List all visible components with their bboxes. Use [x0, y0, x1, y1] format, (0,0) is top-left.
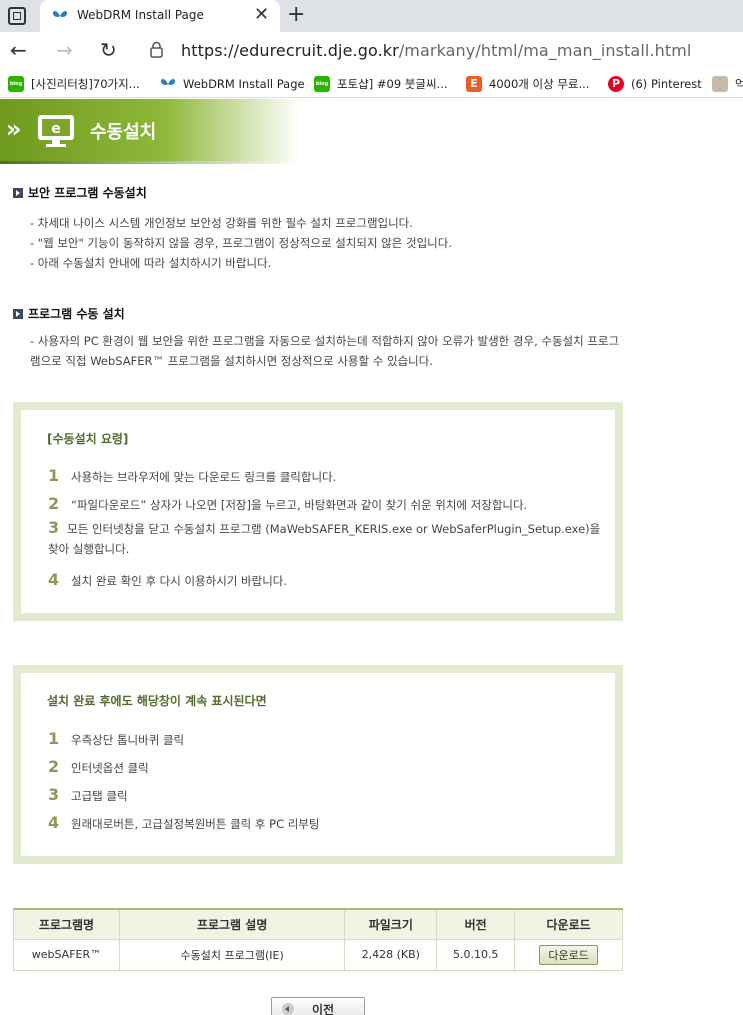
step-text: 인터넷옵션 클릭 — [71, 761, 149, 775]
naver-blog-icon: blog — [314, 76, 330, 92]
reload-icon[interactable]: ↻ — [100, 38, 117, 62]
step-text: 사용하는 브라우저에 맞는 다운로드 링크를 클릭합니다. — [71, 470, 337, 484]
section-title-text: 프로그램 수동 설치 — [28, 307, 125, 321]
double-chevron-icon: » — [6, 115, 21, 143]
file-size: 2,428 (KB) — [344, 938, 438, 971]
bookmark-label: 포토샵] #09 붓글씨... — [337, 77, 448, 91]
guide-step: 2 인터넷옵션 클릭 — [48, 757, 149, 776]
bookmark-item[interactable]: P (6) Pinterest — [608, 75, 702, 93]
arrow-bullet-icon — [13, 187, 23, 198]
tab-actions-icon[interactable] — [8, 7, 26, 25]
url-field[interactable]: https://edurecruit.dje.go.kr/markany/htm… — [181, 41, 691, 60]
program-name: webSAFER™ — [13, 938, 120, 971]
program-desc: 수동설치 프로그램(IE) — [118, 938, 346, 971]
col-header: 프로그램명 — [13, 909, 120, 940]
troubleshoot-box: 설치 완료 후에도 해당창이 계속 표시된다면 1 우측상단 톱니바퀴 클릭 2… — [13, 665, 623, 864]
bookmark-label: 억 — [735, 77, 743, 91]
step-number: 4 — [48, 813, 60, 832]
guide-step: 1 우측상단 톱니바퀴 클릭 — [48, 729, 184, 748]
box-heading: [수동설치 요령] — [47, 432, 129, 446]
url-host: https://edurecruit.dje.go.kr — [181, 41, 399, 60]
download-button[interactable]: 다운로드 — [539, 944, 598, 965]
browser-tab[interactable]: WebDRM Install Page ✕ — [40, 0, 280, 32]
lock-icon[interactable] — [150, 41, 163, 58]
guide-step: 4 원래대로버튼, 고급설정복원버튼 클릭 후 PC 리부팅 — [48, 813, 320, 832]
bookmark-label: WebDRM Install Page — [183, 77, 305, 91]
table-header-row: 프로그램명 프로그램 설명 파일크기 버전 다운로드 — [13, 909, 623, 940]
info-line: - "웹 보안" 기능이 동작하지 않을 경우, 프로그램이 정상적으로 설치되… — [30, 236, 452, 250]
prev-button[interactable]: 이전 — [271, 997, 365, 1015]
step-text: 모든 인터넷창을 닫고 수동설치 프로그램 (MaWebSAFER_KERIS.… — [48, 522, 601, 556]
guide-step: 1 사용하는 브라우저에 맞는 다운로드 링크를 클릭합니다. — [48, 466, 336, 485]
tab-bar: WebDRM Install Page ✕ + — [0, 0, 743, 32]
step-number: 3 — [48, 518, 60, 537]
info-paragraph: - 사용자의 PC 환경이 웹 보안을 위한 프로그램을 자동으로 설치하는데 … — [30, 334, 620, 368]
step-text: “파일다운로드” 상자가 나오면 [저장]을 누르고, 바탕화면과 같이 찾기 … — [71, 498, 528, 512]
monitor-letter: e — [51, 121, 61, 137]
url-path: /markany/html/ma_man_install.html — [398, 41, 692, 60]
step-number: 4 — [48, 570, 60, 589]
step-text: 고급탭 클릭 — [71, 789, 128, 803]
pinterest-icon: P — [608, 76, 624, 92]
section-title-security: 보안 프로그램 수동설치 — [13, 184, 147, 201]
page-content: » e 수동설치 보안 프로그램 수동설치 - 차세대 나이스 시스템 개인정보… — [0, 99, 743, 1015]
version: 5.0.10.5 — [436, 938, 516, 971]
naver-blog-icon: blog — [8, 76, 24, 92]
bookmark-label: [사진리터칭]70가지... — [31, 77, 140, 91]
bookmark-label: (6) Pinterest — [631, 77, 702, 91]
butterfly-icon — [53, 11, 67, 17]
step-text: 설치 완료 확인 후 다시 이용하시기 바랍니다. — [71, 574, 288, 588]
info-line: - 차세대 나이스 시스템 개인정보 보안성 강화를 위한 필수 설치 프로그램… — [30, 216, 413, 230]
section-title-manual: 프로그램 수동 설치 — [13, 305, 125, 322]
new-tab-icon[interactable]: + — [287, 3, 305, 27]
table-row: webSAFER™ 수동설치 프로그램(IE) 2,428 (KB) 5.0.1… — [13, 938, 623, 971]
bookmark-item[interactable]: blog [사진리터칭]70가지... — [8, 75, 140, 93]
bookmark-item[interactable]: blog 포토샵] #09 붓글씨... — [314, 75, 448, 93]
step-number: 1 — [48, 729, 60, 748]
step-text: 우측상단 톱니바퀴 클릭 — [71, 733, 185, 747]
e-icon: E — [466, 76, 482, 92]
step-number: 1 — [48, 466, 60, 485]
download-cell: 다운로드 — [514, 938, 623, 971]
info-line: - 아래 수동설치 안내에 따라 설치하시기 바랍니다. — [30, 256, 272, 270]
left-arrow-icon — [282, 1003, 294, 1015]
address-bar-row: ← → ↻ https://edurecruit.dje.go.kr/marka… — [0, 32, 743, 70]
close-tab-icon[interactable]: ✕ — [254, 6, 269, 24]
tab-title: WebDRM Install Page — [77, 8, 204, 22]
arrow-bullet-icon — [13, 308, 23, 319]
page-title: 수동설치 — [90, 122, 157, 143]
bookmark-item[interactable]: 억 — [712, 75, 743, 93]
col-header: 파일크기 — [344, 909, 438, 940]
bookmarks-bar: blog [사진리터칭]70가지... WebDRM Install Page … — [0, 70, 743, 98]
bookmark-item[interactable]: E 4000개 이상 무료... — [466, 75, 589, 93]
step-number: 3 — [48, 785, 60, 804]
guide-step: 3 고급탭 클릭 — [48, 785, 128, 804]
step-number: 2 — [48, 757, 60, 776]
bookmark-label: 4000개 이상 무료... — [489, 77, 590, 91]
manual-install-guide-box: [수동설치 요령] 1 사용하는 브라우저에 맞는 다운로드 링크를 클릭합니다… — [13, 402, 623, 621]
guide-step: 3 모든 인터넷창을 닫고 수동설치 프로그램 (MaWebSAFER_KERIS… — [48, 518, 608, 559]
guide-step: 4 설치 완료 확인 후 다시 이용하시기 바랍니다. — [48, 570, 287, 589]
page-banner: » e 수동설치 — [0, 99, 300, 161]
butterfly-icon — [161, 79, 175, 85]
step-number: 2 — [48, 494, 60, 513]
forward-arrow-icon[interactable]: → — [56, 38, 73, 62]
banner-underline — [0, 161, 300, 164]
download-table: 프로그램명 프로그램 설명 파일크기 버전 다운로드 webSAFER™ 수동설… — [13, 908, 623, 971]
thumbnail-icon — [712, 76, 728, 92]
col-header: 프로그램 설명 — [118, 909, 346, 940]
col-header: 다운로드 — [514, 909, 623, 940]
prev-button-label: 이전 — [312, 1003, 335, 1015]
col-header: 버전 — [436, 909, 516, 940]
back-arrow-icon[interactable]: ← — [10, 38, 27, 62]
box-heading: 설치 완료 후에도 해당창이 계속 표시된다면 — [47, 694, 267, 708]
bookmark-item[interactable]: WebDRM Install Page — [160, 75, 305, 93]
step-text: 원래대로버튼, 고급설정복원버튼 클릭 후 PC 리부팅 — [71, 817, 320, 831]
guide-step: 2 “파일다운로드” 상자가 나오면 [저장]을 누르고, 바탕화면과 같이 찾… — [48, 494, 527, 513]
section-title-text: 보안 프로그램 수동설치 — [28, 186, 147, 200]
monitor-icon: e — [38, 115, 74, 147]
